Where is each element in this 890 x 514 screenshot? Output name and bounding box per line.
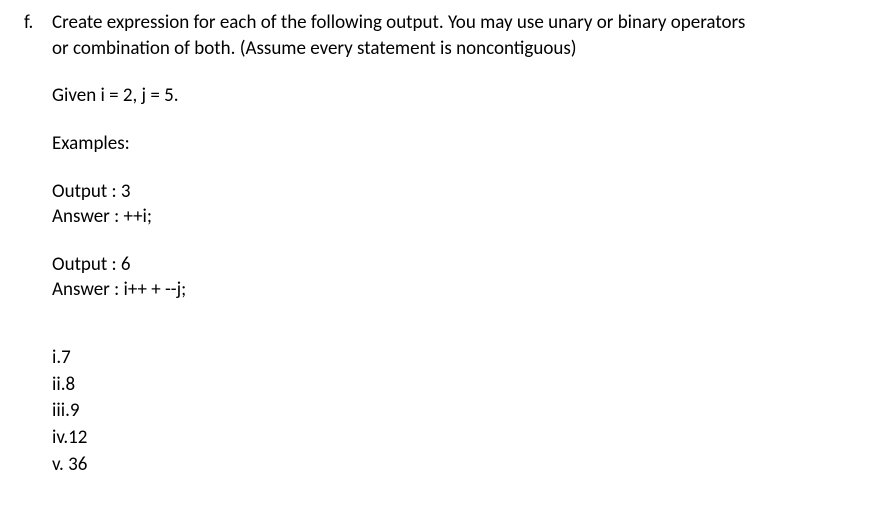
example-block-1: Output : 3 Answer : ++i; xyxy=(52,179,866,230)
subitem-v: v. 36 xyxy=(52,452,866,479)
prompt-line-1: Create expression for each of the follow… xyxy=(52,11,745,34)
question-body: Create expression for each of the follow… xyxy=(52,10,866,325)
subitem-i: i.7 xyxy=(52,345,866,372)
given-values: Given i = 2, j = 5. xyxy=(52,83,866,109)
subitems-list: i.7 ii.8 iii.9 iv.12 v. 36 xyxy=(24,345,866,478)
question-letter: f. xyxy=(24,10,52,36)
subitem-iv: iv.12 xyxy=(52,425,866,452)
prompt-line-2: or combination of both. (Assume every st… xyxy=(52,37,577,60)
example-answer: Answer : ++i; xyxy=(52,204,866,230)
examples-label: Examples: xyxy=(52,131,866,157)
subitem-iii: iii.9 xyxy=(52,398,866,425)
question-prompt: Create expression for each of the follow… xyxy=(52,10,866,61)
example-block-2: Output : 6 Answer : i++ + --j; xyxy=(52,252,866,303)
example-answer: Answer : i++ + --j; xyxy=(52,277,866,303)
document-body: f. Create expression for each of the fol… xyxy=(0,0,890,488)
example-output: Output : 3 xyxy=(52,179,866,205)
subitem-ii: ii.8 xyxy=(52,372,866,399)
question-row: f. Create expression for each of the fol… xyxy=(24,10,866,325)
example-output: Output : 6 xyxy=(52,252,866,278)
